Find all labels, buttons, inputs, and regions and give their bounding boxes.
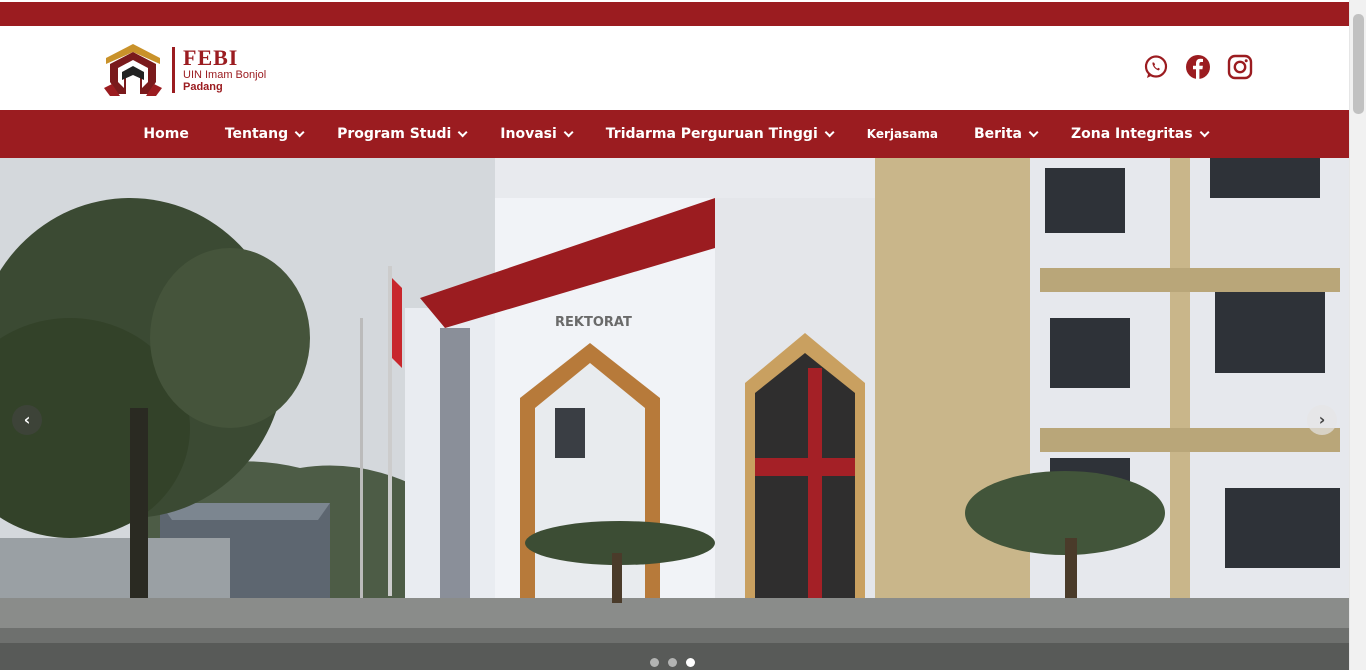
social-links: [1143, 54, 1253, 80]
chevron-right-icon: ›: [1318, 410, 1326, 429]
hero-image: REKTORAT: [0, 158, 1349, 670]
chevron-down-icon: [294, 126, 305, 137]
site-logo[interactable]: FEBI UIN Imam Bonjol Padang: [100, 42, 280, 98]
chevron-down-icon: [1028, 126, 1039, 137]
slider-dots: [650, 658, 695, 667]
hero-slider: REKTORAT ‹ ›: [0, 158, 1349, 670]
chevron-down-icon: [457, 126, 468, 137]
nav-item-label: Tridarma Perguruan Tinggi: [605, 126, 818, 142]
logo-divider: [172, 47, 175, 93]
logo-emblem-icon: [104, 44, 162, 96]
scrollbar-thumb[interactable]: [1353, 14, 1364, 114]
chevron-left-icon: ‹: [23, 410, 31, 429]
slider-next-button[interactable]: ›: [1307, 405, 1337, 435]
nav-item-inovasi[interactable]: Inovasi: [482, 110, 588, 158]
top-bar: [0, 0, 1349, 26]
nav-item-home[interactable]: Home: [125, 110, 206, 158]
nav-item-label: Home: [143, 126, 189, 142]
slider-dot[interactable]: [650, 658, 659, 667]
nav-item-berita[interactable]: Berita: [956, 110, 1053, 158]
site-header: FEBI UIN Imam Bonjol Padang: [0, 26, 1349, 110]
nav-item-label: Zona Integritas: [1070, 126, 1193, 142]
facebook-icon[interactable]: [1185, 54, 1211, 80]
nav-item-kerjasama[interactable]: Kerjasama: [849, 110, 956, 158]
nav-item-program-studi[interactable]: Program Studi: [319, 110, 482, 158]
slider-prev-button[interactable]: ‹: [12, 405, 42, 435]
page-scrollbar[interactable]: [1349, 0, 1366, 670]
nav-item-label: Tentang: [224, 126, 289, 142]
building-sign: REKTORAT: [555, 315, 632, 330]
logo-subtitle: UIN Imam Bonjol: [183, 69, 267, 81]
nav-item-label: Kerjasama: [866, 127, 938, 141]
nav-list: Home Tentang Program Studi Inovasi Tridarma …: [125, 110, 1223, 158]
nav-item-label: Program Studi: [337, 126, 452, 142]
slider-dot[interactable]: [668, 658, 677, 667]
nav-item-zona-integritas[interactable]: Zona Integritas: [1053, 110, 1224, 158]
main-nav: Home Tentang Program Studi Inovasi Tridarma …: [0, 110, 1349, 158]
nav-item-label: Berita: [973, 126, 1022, 142]
whatsapp-icon[interactable]: [1143, 54, 1169, 80]
page: FEBI UIN Imam Bonjol Padang Home Tentang…: [0, 0, 1349, 670]
chevron-down-icon: [1199, 126, 1210, 137]
instagram-icon[interactable]: [1227, 54, 1253, 80]
logo-text: FEBI UIN Imam Bonjol Padang: [183, 47, 266, 93]
nav-item-label: Inovasi: [500, 126, 557, 142]
nav-item-tentang[interactable]: Tentang: [207, 110, 319, 158]
nav-item-tridarma-perguruan-tinggi[interactable]: Tridarma Perguruan Tinggi: [588, 110, 849, 158]
logo-subtitle-city: Padang: [183, 81, 223, 93]
chevron-down-icon: [563, 126, 574, 137]
slider-dot-active[interactable]: [686, 658, 695, 667]
logo-title: FEBI: [183, 45, 239, 70]
chevron-down-icon: [824, 126, 835, 137]
